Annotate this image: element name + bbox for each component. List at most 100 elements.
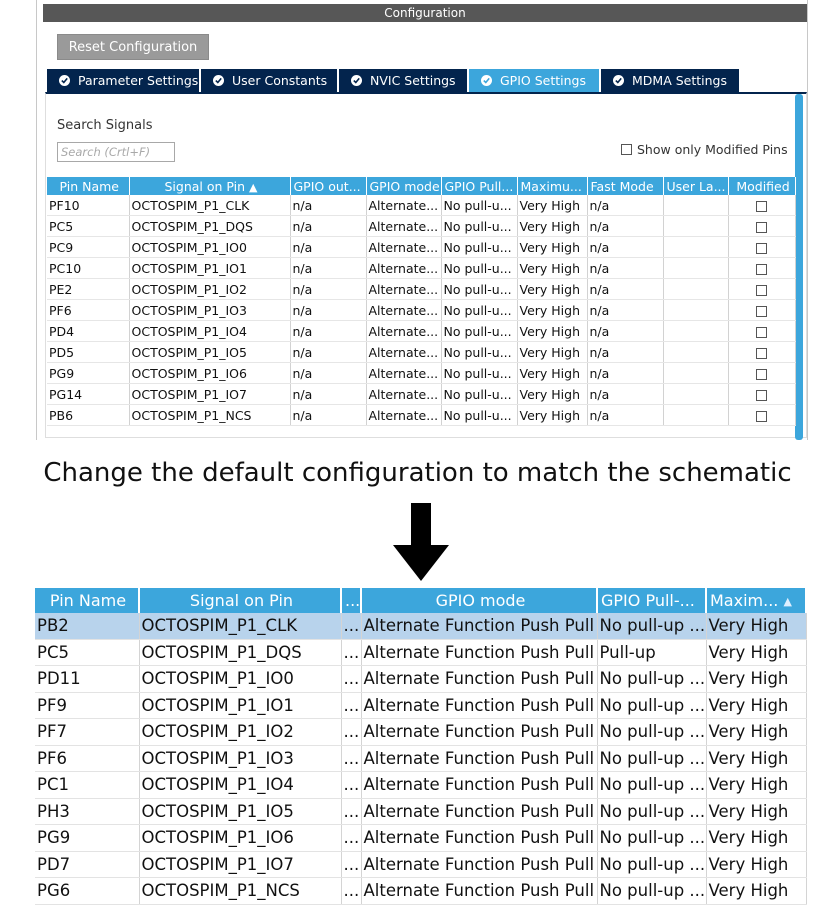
checkbox-unchecked-icon[interactable] [756, 389, 767, 401]
table-row[interactable]: PF10 OCTOSPIM_P1_CLK n/a Alternate... No pul… [47, 195, 796, 216]
show-modified-toggle[interactable]: Show only Modified Pins [621, 142, 788, 157]
cell-max: Very High [517, 299, 588, 321]
table-row[interactable]: PF7 OCTOSPIM_P1_IO2... Alternate Function … [35, 718, 807, 746]
checkbox-unchecked-icon[interactable] [756, 200, 767, 212]
checkbox-unchecked-icon[interactable] [756, 221, 767, 233]
cell-out: n/a [290, 341, 367, 363]
table-row[interactable]: PF9 OCTOSPIM_P1_IO1... Alternate Function … [35, 692, 807, 719]
column-header-gpio-mode[interactable]: GPIO mode [366, 177, 442, 195]
column-header-maximum[interactable]: Maximu... [517, 177, 588, 195]
checkbox-unchecked-icon[interactable] [756, 305, 767, 317]
column-header-gpio-pull[interactable]: GPIO Pull-... [597, 588, 707, 613]
table-row[interactable]: PC10 OCTOSPIM_P1_IO1 n/a Alternate... No pul… [47, 257, 796, 279]
checkbox-unchecked-icon[interactable] [756, 326, 767, 338]
table-row[interactable]: PG9 OCTOSPIM_P1_IO6 n/a Alternate... No pull… [47, 362, 796, 384]
cell-max: Very High [706, 665, 807, 693]
arrow-down-icon [393, 503, 449, 581]
cell-pin: PG9 [47, 362, 130, 384]
column-header-maximum[interactable]: Maxim... ▲ [706, 588, 807, 613]
cell-pin: PF7 [35, 718, 140, 746]
cell-fast: n/a [587, 278, 664, 300]
cell-pull: Pull-up [597, 639, 707, 666]
checkbox-unchecked-icon[interactable] [756, 242, 767, 254]
cell-max: Very High [517, 362, 588, 384]
cell-max: Very High [517, 215, 588, 237]
column-header-gpio-pull[interactable]: GPIO Pull... [441, 177, 518, 195]
cell-max: Very High [517, 341, 588, 363]
cell-dots: ... [341, 613, 362, 640]
table-row[interactable]: PC5 OCTOSPIM_P1_DQS... Alternate Function … [35, 639, 807, 666]
table-row[interactable]: PC5 OCTOSPIM_P1_DQS n/a Alternate... No pull… [47, 215, 796, 237]
cell-modified [728, 195, 796, 216]
table-row[interactable]: PG14 OCTOSPIM_P1_IO7 n/a Alternate... No pul… [47, 383, 796, 405]
cell-pin: PD7 [35, 851, 140, 878]
cell-out: n/a [290, 257, 367, 279]
checkbox-unchecked-icon[interactable] [756, 347, 767, 359]
configuration-panel: Configuration Reset Configuration Parame… [36, 0, 808, 440]
cell-pull: No pull-up ... [597, 771, 707, 799]
table-row[interactable]: PH3 OCTOSPIM_P1_IO5... Alternate Function … [35, 798, 807, 825]
cell-signal: OCTOSPIM_P1_IO0 [139, 665, 342, 693]
search-input[interactable]: Search (Crtl+F) [57, 142, 175, 162]
cell-mode: Alternate Function Push Pull [361, 665, 598, 693]
cell-signal: OCTOSPIM_P1_NCS [139, 877, 342, 905]
checkbox-unchecked-icon[interactable] [756, 410, 767, 422]
checkbox-unchecked-icon[interactable] [756, 284, 767, 296]
vertical-scrollbar[interactable] [795, 94, 803, 440]
column-header-collapsed[interactable]: ... [341, 588, 362, 613]
table-row[interactable]: PD7 OCTOSPIM_P1_IO7... Alternate Function … [35, 851, 807, 878]
cell-mode: Alternate... [366, 299, 442, 321]
cell-pull: No pull-u... [441, 404, 518, 426]
table-row[interactable]: PF6 OCTOSPIM_P1_IO3... Alternate Function … [35, 745, 807, 772]
table-row[interactable]: PB6 OCTOSPIM_P1_NCS n/a Alternate... No pull… [47, 404, 796, 426]
column-header-signal-on-pin[interactable]: Signal on Pin [139, 588, 342, 613]
tab-nvic-settings[interactable]: NVIC Settings [339, 69, 467, 92]
column-header-pin-name[interactable]: Pin Name [47, 177, 130, 195]
table-row[interactable]: PD5 OCTOSPIM_P1_IO5 n/a Alternate... No pull… [47, 341, 796, 363]
tab-label: MDMA Settings [632, 73, 727, 88]
table-header: Pin Name Signal on Pin ... GPIO mode GPI… [35, 588, 807, 613]
cell-pull: No pull-u... [441, 320, 518, 342]
reset-configuration-button[interactable]: Reset Configuration [57, 34, 209, 60]
column-header-fast-mode[interactable]: Fast Mode [587, 177, 664, 195]
table-row[interactable]: PE2 OCTOSPIM_P1_IO2 n/a Alternate... No pull… [47, 278, 796, 300]
table-row[interactable]: PB2 OCTOSPIM_P1_CLK... Alternate Function … [35, 613, 807, 640]
column-header-pin-name[interactable]: Pin Name [35, 588, 140, 613]
tab-user-constants[interactable]: User Constants [201, 69, 337, 92]
cell-fast: n/a [587, 299, 664, 321]
checkbox-unchecked-icon[interactable] [621, 144, 632, 155]
table-row[interactable]: PD11 OCTOSPIM_P1_IO0... Alternate Function… [35, 665, 807, 693]
cell-max: Very High [706, 771, 807, 799]
column-header-signal-on-pin[interactable]: Signal on Pin ▲ [129, 177, 291, 195]
column-header-gpio-mode[interactable]: GPIO mode [361, 588, 598, 613]
column-header-user-label[interactable]: User La... [663, 177, 729, 195]
check-circle-icon [351, 75, 362, 86]
table-row[interactable]: PG9 OCTOSPIM_P1_IO6... Alternate Function … [35, 824, 807, 852]
table-row[interactable]: PC9 OCTOSPIM_P1_IO0 n/a Alternate... No pull… [47, 236, 796, 258]
cell-signal: OCTOSPIM_P1_IO5 [139, 798, 342, 825]
cell-user [663, 195, 729, 216]
cell-modified [728, 383, 796, 405]
cell-signal: OCTOSPIM_P1_NCS [129, 404, 291, 426]
tab-mdma-settings[interactable]: MDMA Settings [601, 69, 739, 92]
configuration-title: Configuration [43, 4, 807, 22]
cell-pin: PH3 [35, 798, 140, 825]
tab-parameter-settings[interactable]: Parameter Settings [47, 69, 199, 92]
column-header-modified[interactable]: Modified [728, 177, 796, 195]
check-circle-icon [59, 75, 70, 86]
cell-pin: PD4 [47, 320, 130, 342]
tab-gpio-settings[interactable]: GPIO Settings [469, 69, 599, 92]
cell-pull: No pull-up ... [597, 824, 707, 852]
cell-pin: PG14 [47, 383, 130, 405]
column-header-gpio-output[interactable]: GPIO out... [290, 177, 367, 195]
sort-ascending-icon: ▲ [783, 595, 792, 608]
table-row[interactable]: PD4 OCTOSPIM_P1_IO4 n/a Alternate... No pull… [47, 320, 796, 342]
cell-modified [728, 299, 796, 321]
table-row[interactable]: PC1 OCTOSPIM_P1_IO4... Alternate Function … [35, 771, 807, 799]
table-row[interactable]: PG6 OCTOSPIM_P1_NCS... Alternate Function … [35, 877, 807, 905]
cell-signal: OCTOSPIM_P1_IO4 [139, 771, 342, 799]
cell-pin: PF9 [35, 692, 140, 719]
table-row[interactable]: PF6 OCTOSPIM_P1_IO3 n/a Alternate... No pull… [47, 299, 796, 321]
checkbox-unchecked-icon[interactable] [756, 368, 767, 380]
checkbox-unchecked-icon[interactable] [756, 263, 767, 275]
